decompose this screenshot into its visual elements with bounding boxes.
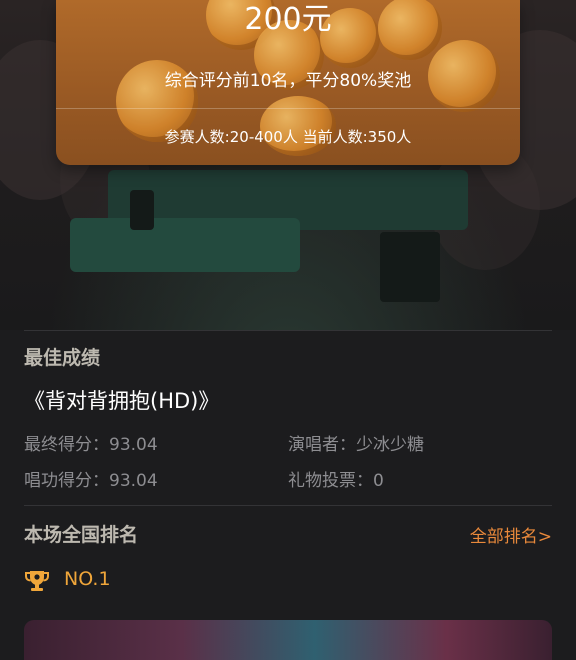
- event-banner: 200元 综合评分前10名，平分80%奖池 参赛人数:20-400人 当前人数:…: [0, 0, 576, 330]
- divider: [24, 505, 552, 506]
- bottom-banner[interactable]: [24, 620, 552, 660]
- vocal-score: 唱功得分：93.04: [24, 471, 158, 491]
- all-rankings-link[interactable]: 全部排名>: [470, 522, 552, 547]
- stage-shape: [70, 218, 300, 272]
- gift-votes: 礼物投票：0: [288, 471, 384, 491]
- divider: [24, 330, 552, 331]
- stage-shape: [130, 190, 154, 230]
- rank-position: NO.1: [64, 568, 111, 590]
- stage-shape: [380, 232, 440, 302]
- best-result-title: 最佳成绩: [24, 347, 101, 369]
- divider: [56, 108, 520, 109]
- singer: 演唱者：少冰少糖: [288, 435, 424, 455]
- prize-description: 综合评分前10名，平分80%奖池: [164, 71, 412, 91]
- final-score: 最终得分：93.04: [24, 435, 158, 455]
- national-ranking-title: 本场全国排名: [24, 524, 139, 546]
- trophy-icon: [25, 571, 49, 591]
- song-title: 《背对背拥抱(HD)》: [24, 389, 220, 413]
- participant-count: 参赛人数:20-400人 当前人数:350人: [164, 128, 412, 146]
- prize-card: 200元 综合评分前10名，平分80%奖池 参赛人数:20-400人 当前人数:…: [56, 0, 520, 165]
- prize-amount: 200元: [244, 2, 332, 37]
